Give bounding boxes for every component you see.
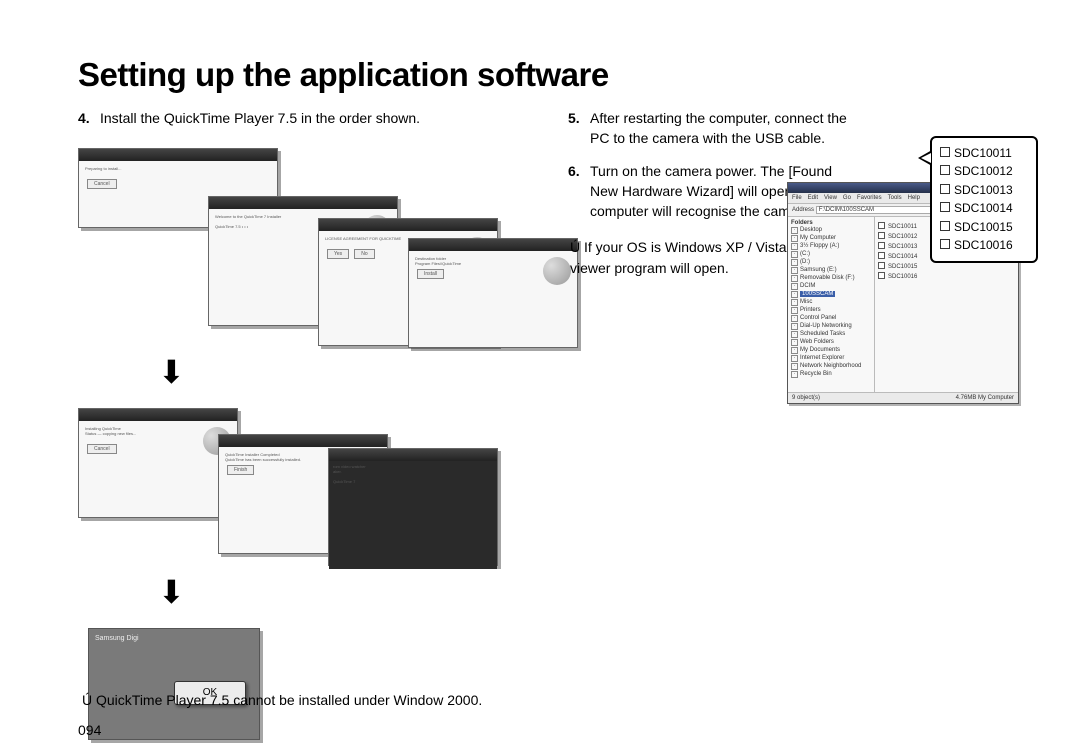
tree-item[interactable]: ·(D:) xyxy=(791,259,871,266)
screenshot-group-2: Installing QuickTimeStatus — copying new… xyxy=(78,408,528,568)
callout-item: SDC10013 xyxy=(940,182,1028,199)
menu-item[interactable]: Help xyxy=(908,195,920,201)
install-button[interactable]: Install xyxy=(417,269,444,279)
checkbox-icon xyxy=(940,147,950,157)
checkbox-icon xyxy=(940,165,950,175)
checkbox-icon[interactable] xyxy=(878,272,885,279)
tree-header: Folders xyxy=(791,220,871,226)
address-label: Address xyxy=(792,207,814,213)
callout-item: SDC10012 xyxy=(940,163,1028,180)
checkbox-icon[interactable] xyxy=(878,232,885,239)
cancel-button[interactable]: Cancel xyxy=(87,444,117,454)
tree-item[interactable]: ·Removable Disk (F:) xyxy=(791,275,871,282)
file-callout: SDC10011SDC10012 SDC10013SDC10014 SDC10015… xyxy=(930,136,1038,263)
step-4-text: Install the QuickTime Player 7.5 in the … xyxy=(100,108,528,128)
arrow-down-icon: ⬇ xyxy=(158,576,528,608)
menu-item[interactable]: File xyxy=(792,195,802,201)
footnote: ÚQuickTime Player 7.5 cannot be installe… xyxy=(82,692,482,708)
page-title: Setting up the application software xyxy=(78,56,1080,98)
tree-item[interactable]: ·Web Folders xyxy=(791,339,871,346)
installer-destination: Destination folderProgram Files\\QuickTi… xyxy=(408,238,578,348)
checkbox-icon[interactable] xyxy=(878,262,885,269)
finish-button[interactable]: Finish xyxy=(227,465,254,475)
menu-item[interactable]: Go xyxy=(843,195,851,201)
checkbox-icon[interactable] xyxy=(878,242,885,249)
quicktime-splash: rom video watcheraker.QuickTime 7 xyxy=(328,448,498,566)
setup-complete-dialog: Samsung Digi OK xyxy=(88,628,260,740)
no-button[interactable]: No xyxy=(354,249,374,259)
tree-item[interactable]: ·(C:) xyxy=(791,251,871,258)
tree-item[interactable]: ·100SSCAM xyxy=(791,291,871,298)
screenshot-group-3: Samsung Digi OK xyxy=(78,628,528,746)
screenshot-group-1: Preparing to install... Cancel Welcome t… xyxy=(78,148,528,348)
checkbox-icon xyxy=(940,239,950,249)
tree-item[interactable]: ·Control Panel xyxy=(791,315,871,322)
callout-arrow-icon xyxy=(918,150,932,166)
callout-item: SDC10011 xyxy=(940,145,1028,162)
explorer-tree[interactable]: Folders ·Desktop·My Computer·3½ Floppy (… xyxy=(788,217,875,393)
callout-item: SDC10016 xyxy=(940,237,1028,254)
menu-item[interactable]: Edit xyxy=(808,195,818,201)
tree-item[interactable]: ·Dial-Up Networking xyxy=(791,323,871,330)
callout-item: SDC10014 xyxy=(940,200,1028,217)
cancel-button[interactable]: Cancel xyxy=(87,179,117,189)
tree-item[interactable]: ·DCIM xyxy=(791,283,871,290)
tree-item[interactable]: ·Misc xyxy=(791,299,871,306)
checkbox-icon xyxy=(940,221,950,231)
tree-item[interactable]: ·3½ Floppy (A:) xyxy=(791,243,871,250)
menu-item[interactable]: Favorites xyxy=(857,195,882,201)
tree-item[interactable]: ·My Computer xyxy=(791,235,871,242)
callout-item: SDC10015 xyxy=(940,219,1028,236)
tree-item[interactable]: ·My Documents xyxy=(791,347,871,354)
brand-label: Samsung Digi xyxy=(89,629,259,648)
footnote-mark: Ú xyxy=(82,692,96,708)
checkbox-icon xyxy=(940,184,950,194)
checkbox-icon xyxy=(940,202,950,212)
tree-item[interactable]: ·Network Neighborhood xyxy=(791,363,871,370)
status-left: 9 object(s) xyxy=(792,395,820,401)
yes-button[interactable]: Yes xyxy=(327,249,349,259)
tree-item[interactable]: ·Printers xyxy=(791,307,871,314)
menu-item[interactable]: Tools xyxy=(888,195,902,201)
arrow-down-icon: ⬇ xyxy=(158,356,528,388)
status-right: 4.76MB My Computer xyxy=(956,395,1014,401)
footnote-text: QuickTime Player 7.5 cannot be installed… xyxy=(96,692,482,708)
page-number: 094 xyxy=(78,722,101,738)
tree-item[interactable]: ·Samsung (E:) xyxy=(791,267,871,274)
checkbox-icon[interactable] xyxy=(878,252,885,259)
step-6-number: 6. xyxy=(568,161,590,222)
tree-item[interactable]: ·Desktop xyxy=(791,227,871,234)
explorer-status-bar: 9 object(s) 4.76MB My Computer xyxy=(788,392,1018,403)
title-rule xyxy=(78,98,1032,102)
tree-item[interactable]: ·Scheduled Tasks xyxy=(791,331,871,338)
tree-item[interactable]: ·Recycle Bin xyxy=(791,371,871,378)
file-item[interactable]: SDC10016 xyxy=(878,271,1015,280)
step-4-number: 4. xyxy=(78,108,100,128)
checkbox-icon[interactable] xyxy=(878,222,885,229)
step-4: 4. Install the QuickTime Player 7.5 in t… xyxy=(78,108,528,128)
installer-installing: Installing QuickTimeStatus — copying new… xyxy=(78,408,238,518)
menu-item[interactable]: View xyxy=(824,195,837,201)
tree-item[interactable]: ·Internet Explorer xyxy=(791,355,871,362)
note-mark: Ú xyxy=(570,237,584,257)
step-5-number: 5. xyxy=(568,108,590,149)
